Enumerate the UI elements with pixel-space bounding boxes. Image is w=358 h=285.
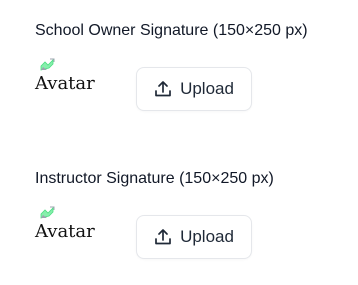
- instructor-signature-avatar: Avatar: [35, 204, 105, 249]
- broken-image-icon: [40, 206, 55, 219]
- broken-image-icon: [40, 58, 55, 71]
- upload-button-label: Upload: [180, 227, 234, 246]
- upload-icon: [155, 81, 171, 97]
- owner-signature-upload-button[interactable]: Upload: [136, 67, 252, 111]
- owner-signature-title: School Owner Signature (150×250 px): [35, 22, 308, 39]
- avatar-alt-text: Avatar: [35, 73, 95, 94]
- owner-signature-avatar: Avatar: [35, 56, 105, 101]
- instructor-signature-title: Instructor Signature (150×250 px): [35, 170, 274, 187]
- avatar-alt-text: Avatar: [35, 221, 95, 242]
- upload-button-label: Upload: [180, 79, 234, 98]
- upload-icon: [155, 229, 171, 245]
- instructor-signature-upload-button[interactable]: Upload: [136, 215, 252, 259]
